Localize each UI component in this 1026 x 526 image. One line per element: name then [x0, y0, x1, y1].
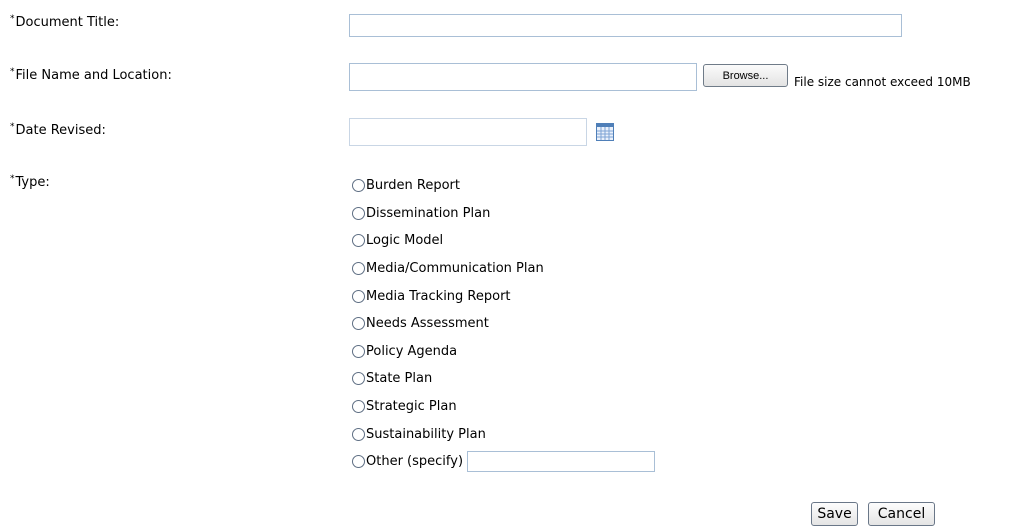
radio-label: Strategic Plan [366, 399, 457, 415]
radio-label: Logic Model [366, 233, 444, 249]
file-name-label: *File Name and Location: [10, 67, 172, 83]
radio-button[interactable] [352, 400, 365, 414]
file-path-input[interactable] [349, 63, 697, 91]
type-option-needs-assessment[interactable]: Needs Assessment [352, 310, 655, 338]
radio-button[interactable] [352, 372, 365, 386]
document-title-input[interactable] [349, 14, 902, 37]
document-title-label: *Document Title: [10, 14, 120, 30]
type-option-logic-model[interactable]: Logic Model [352, 227, 655, 255]
radio-label: Policy Agenda [366, 343, 458, 359]
required-marker: * [10, 14, 15, 24]
type-label: *Type: [10, 174, 50, 190]
type-option-sustainability-plan[interactable]: Sustainability Plan [352, 420, 655, 448]
radio-label: State Plan [366, 371, 433, 387]
type-option-policy-agenda[interactable]: Policy Agenda [352, 338, 655, 366]
type-option-media-communication-plan[interactable]: Media/Communication Plan [352, 255, 655, 283]
radio-button[interactable] [352, 179, 365, 193]
radio-label: Burden Report [366, 178, 460, 194]
type-option-state-plan[interactable]: State Plan [352, 365, 655, 393]
radio-button[interactable] [352, 455, 365, 469]
type-option-strategic-plan[interactable]: Strategic Plan [352, 393, 655, 421]
radio-button[interactable] [352, 262, 365, 276]
radio-label: Needs Assessment [366, 316, 489, 332]
required-marker: * [10, 174, 15, 184]
radio-button[interactable] [352, 234, 365, 248]
calendar-icon[interactable] [596, 123, 614, 141]
type-radio-group: Burden Report Dissemination Plan Logic M… [352, 172, 656, 476]
radio-button[interactable] [352, 427, 365, 441]
radio-button[interactable] [352, 206, 365, 220]
radio-label: Other (specify) [366, 454, 464, 470]
other-specify-input[interactable] [467, 451, 656, 473]
radio-button[interactable] [352, 317, 365, 331]
type-option-dissemination-plan[interactable]: Dissemination Plan [352, 200, 655, 228]
required-marker: * [10, 67, 15, 77]
browse-button[interactable]: Browse... [703, 64, 788, 87]
date-revised-input[interactable] [349, 118, 587, 146]
radio-label: Media Tracking Report [366, 288, 511, 304]
radio-label: Sustainability Plan [366, 426, 486, 442]
radio-button[interactable] [352, 344, 365, 358]
type-option-other[interactable]: Other (specify) [352, 448, 656, 476]
save-button[interactable]: Save [811, 502, 858, 526]
radio-label: Media/Communication Plan [366, 261, 544, 277]
radio-button[interactable] [352, 289, 365, 303]
type-option-media-tracking-report[interactable]: Media Tracking Report [352, 282, 655, 310]
file-size-hint: File size cannot exceed 10MB [794, 75, 971, 89]
date-revised-label: *Date Revised: [10, 122, 106, 138]
type-option-burden-report[interactable]: Burden Report [352, 172, 655, 200]
cancel-button[interactable]: Cancel [868, 502, 935, 526]
required-marker: * [10, 122, 15, 132]
radio-label: Dissemination Plan [366, 205, 491, 221]
